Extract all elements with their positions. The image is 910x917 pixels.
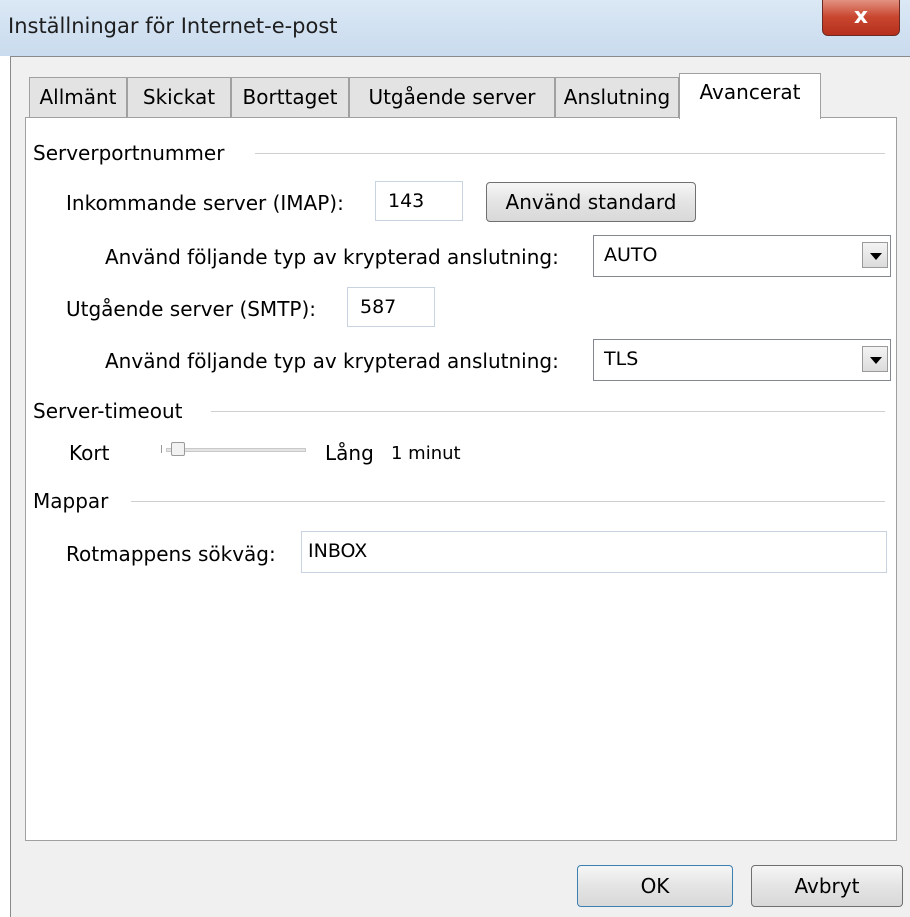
close-icon: x xyxy=(853,4,869,29)
slider-thumb[interactable] xyxy=(171,442,185,456)
root-path-input[interactable]: INBOX xyxy=(301,531,887,573)
divider xyxy=(131,501,885,502)
incoming-server-label: Inkommande server (IMAP): xyxy=(66,191,344,215)
tab-skickat[interactable]: Skickat xyxy=(127,77,231,117)
tab-avancerat[interactable]: Avancerat xyxy=(679,73,821,119)
outgoing-encryption-label: Använd följande typ av krypterad anslutn… xyxy=(105,349,559,373)
tab-label: Anslutning xyxy=(563,85,671,109)
chevron-down-icon[interactable] xyxy=(862,242,888,268)
divider xyxy=(211,411,885,412)
select-value: AUTO xyxy=(604,244,658,266)
incoming-encryption-select[interactable]: AUTO xyxy=(593,235,891,277)
outgoing-encryption-select[interactable]: TLS xyxy=(593,339,891,381)
incoming-encryption-label: Använd följande typ av krypterad anslutn… xyxy=(105,245,559,269)
slider-track[interactable] xyxy=(166,448,306,452)
chevron-down-icon[interactable] xyxy=(862,346,888,372)
tab-anslutning[interactable]: Anslutning xyxy=(555,77,679,117)
timeout-long-label: Lång xyxy=(325,441,374,465)
use-default-button[interactable]: Använd standard xyxy=(486,182,696,222)
incoming-port-input[interactable]: 143 xyxy=(375,181,463,221)
group-label-folders: Mappar xyxy=(33,489,109,513)
timeout-short-label: Kort xyxy=(69,441,110,465)
outgoing-server-label: Utgående server (SMTP): xyxy=(66,297,317,321)
tab-allmant[interactable]: Allmänt xyxy=(29,77,127,117)
tab-utgaende-server[interactable]: Utgående server xyxy=(349,77,555,117)
group-label-server-ports: Serverportnummer xyxy=(33,141,225,165)
group-label-server-timeout: Server-timeout xyxy=(33,399,183,423)
outgoing-port-input[interactable]: 587 xyxy=(347,287,435,327)
title-bar: Inställningar för Internet-e-post x xyxy=(0,0,910,56)
tab-label: Utgående server xyxy=(368,85,536,109)
close-button[interactable]: x xyxy=(822,0,900,36)
tab-label: Allmänt xyxy=(39,85,117,109)
tab-label: Avancerat xyxy=(699,80,801,104)
timeout-value-label: 1 minut xyxy=(391,443,461,464)
ok-button[interactable]: OK xyxy=(577,865,733,907)
dialog-body: Allmänt Skickat Borttaget Utgående serve… xyxy=(10,56,910,917)
tab-panel-avancerat xyxy=(25,117,897,841)
root-path-label: Rotmappens sökväg: xyxy=(66,542,276,566)
tab-label: Borttaget xyxy=(242,85,338,109)
cancel-button[interactable]: Avbryt xyxy=(751,865,903,907)
tab-label: Skickat xyxy=(142,85,216,109)
tab-borttaget[interactable]: Borttaget xyxy=(231,77,349,117)
divider xyxy=(255,153,885,154)
select-value: TLS xyxy=(604,348,639,370)
window-title: Inställningar för Internet-e-post xyxy=(8,14,338,38)
